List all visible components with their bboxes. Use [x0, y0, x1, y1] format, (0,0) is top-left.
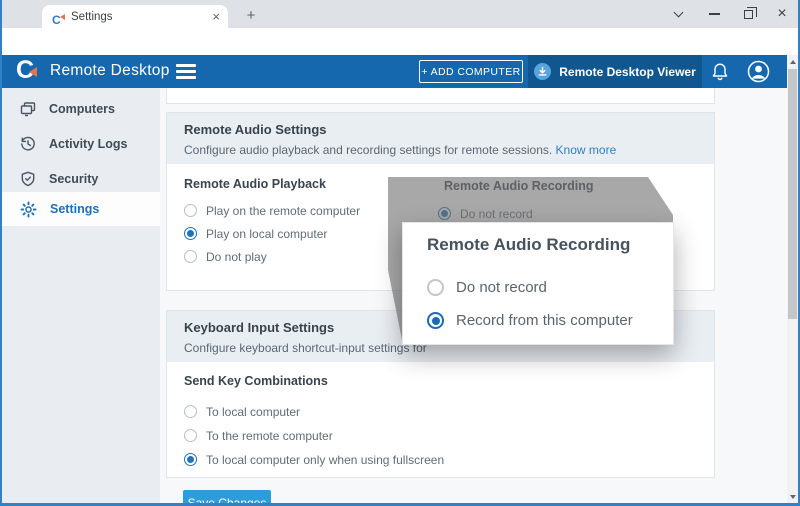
- sidebar-label: Computers: [49, 102, 115, 116]
- section-description: Configure keyboard shortcut-input settin…: [184, 341, 427, 355]
- browser-window: C Settings × + × ← → ↻ app.remotedesktop…: [0, 0, 800, 506]
- radio-circle: [184, 250, 197, 263]
- radio-circle: [184, 204, 197, 217]
- sidebar: Computers Activity Logs Security: [2, 88, 160, 503]
- radio-play-remote[interactable]: Play on the remote computer: [184, 203, 360, 218]
- sidebar-item-security[interactable]: Security: [2, 166, 160, 192]
- sidebar-item-settings[interactable]: Settings: [2, 192, 160, 226]
- radio-play-local[interactable]: Play on local computer: [184, 226, 327, 241]
- sidebar-label: Activity Logs: [49, 137, 128, 151]
- radio-circle: [184, 429, 197, 442]
- close-button[interactable]: ×: [767, 0, 797, 28]
- activity-logs-icon: [20, 136, 36, 152]
- radio-circle: [427, 279, 444, 296]
- remote-desktop-viewer-button[interactable]: Remote Desktop Viewer: [528, 55, 702, 88]
- scrollbar-thumb[interactable]: [788, 69, 797, 319]
- sidebar-item-computers[interactable]: Computers: [2, 96, 160, 122]
- section-description: Configure audio playback and recording s…: [184, 143, 616, 157]
- page-scrollbar[interactable]: [787, 55, 798, 503]
- popup-title: Remote Audio Recording: [427, 235, 630, 255]
- previous-card-remnant: [166, 88, 715, 104]
- section-header: Remote Audio Settings Configure audio pl…: [167, 113, 714, 164]
- radio-to-local[interactable]: To local computer: [184, 404, 300, 419]
- favicon: C: [52, 11, 64, 23]
- security-icon: [20, 171, 36, 187]
- radio-circle-selected: [184, 227, 197, 240]
- know-more-link[interactable]: Know more: [556, 143, 617, 157]
- section-title: Remote Audio Settings: [184, 122, 327, 137]
- new-tab-button[interactable]: +: [242, 6, 260, 24]
- popup-radio-record-from-computer[interactable]: Record from this computer: [427, 311, 633, 330]
- tab-search-icon[interactable]: [663, 0, 693, 28]
- radio-local-fullscreen[interactable]: To local computer only when using fullsc…: [184, 452, 444, 467]
- minimize-button[interactable]: [699, 0, 729, 28]
- browser-tab[interactable]: C Settings ×: [42, 5, 228, 28]
- user-account-icon[interactable]: [747, 60, 770, 83]
- radio-circle-selected: [427, 312, 444, 329]
- tab-close-icon[interactable]: ×: [212, 10, 220, 23]
- restore-button[interactable]: [733, 0, 763, 28]
- tab-title: Settings: [71, 11, 212, 23]
- app-title: Remote Desktop: [50, 62, 170, 80]
- playback-title: Remote Audio Playback: [184, 177, 326, 191]
- settings-icon: [20, 201, 37, 218]
- tab-strip: C Settings × + ×: [0, 0, 800, 28]
- radio-circle: [184, 405, 197, 418]
- computers-icon: [20, 101, 36, 117]
- sidebar-label: Settings: [50, 202, 99, 216]
- radio-circle-selected: [184, 453, 197, 466]
- download-icon: [534, 63, 551, 80]
- send-key-title: Send Key Combinations: [184, 374, 328, 388]
- app-logo: C: [16, 58, 34, 83]
- popup-radio-do-not-record[interactable]: Do not record: [427, 278, 547, 297]
- hamburger-menu-icon[interactable]: [176, 64, 196, 79]
- radio-do-not-play[interactable]: Do not play: [184, 249, 267, 264]
- sidebar-label: Security: [49, 172, 98, 186]
- scroll-up-icon[interactable]: [787, 55, 798, 68]
- window-border-left: [0, 0, 2, 506]
- magnifier-popup: Remote Audio Recording Do not record Rec…: [402, 222, 674, 345]
- add-computer-button[interactable]: + ADD COMPUTER: [419, 60, 523, 83]
- section-title: Keyboard Input Settings: [184, 320, 334, 335]
- sidebar-item-activity-logs[interactable]: Activity Logs: [2, 131, 160, 157]
- scroll-down-icon[interactable]: [787, 490, 798, 503]
- notifications-bell-icon[interactable]: [711, 62, 729, 82]
- radio-to-remote[interactable]: To the remote computer: [184, 428, 333, 443]
- browser-toolbar: ← → ↻ app.remotedesktop.com/settings ☆: [0, 28, 800, 55]
